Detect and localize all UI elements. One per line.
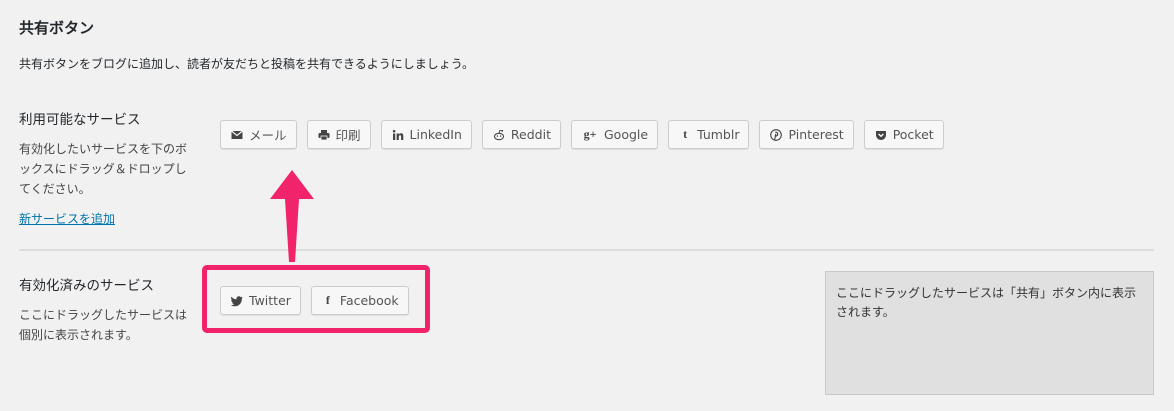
service-button-tumblr[interactable]: t Tumblr	[668, 120, 750, 149]
service-button-linkedin[interactable]: LinkedIn	[380, 120, 472, 149]
service-label: Pinterest	[788, 127, 844, 142]
service-label: Pocket	[892, 127, 934, 142]
print-icon	[317, 128, 331, 142]
google-plus-icon: g+	[583, 127, 597, 141]
enabled-services-help: ここにドラッグしたサービスは個別に表示されます。	[19, 308, 188, 342]
share-button-drop-box[interactable]: ここにドラッグしたサービスは「共有」ボタン内に表示されます。	[825, 271, 1154, 395]
share-box-text: ここにドラッグしたサービスは「共有」ボタン内に表示されます。	[836, 286, 1137, 319]
service-label: Google	[603, 127, 649, 142]
pocket-icon	[874, 128, 888, 142]
service-button-google[interactable]: g+ Google	[570, 120, 659, 149]
service-label: メール	[249, 128, 287, 143]
service-label: 印刷	[335, 128, 361, 143]
section-divider	[19, 249, 1154, 251]
page-title: 共有ボタン	[19, 19, 95, 37]
page-description: 共有ボタンをブログに追加し、読者が友だちと投稿を共有できるようにしましょう。	[19, 57, 475, 71]
service-button-pocket[interactable]: Pocket	[863, 120, 944, 149]
service-button-reddit[interactable]: Reddit	[481, 120, 561, 149]
enabled-services-highlight	[202, 265, 430, 333]
service-label: LinkedIn	[409, 127, 462, 142]
reddit-icon	[492, 128, 506, 142]
enabled-services-label: 有効化済みのサービス	[19, 278, 154, 294]
pinterest-icon	[769, 128, 783, 142]
available-services-list: メール 印刷 LinkedIn Reddit g+ Google t Tumbl…	[220, 120, 944, 149]
mail-icon	[230, 128, 244, 142]
service-button-email[interactable]: メール	[220, 120, 297, 149]
linkedin-icon	[391, 128, 405, 142]
service-button-print[interactable]: 印刷	[306, 120, 371, 149]
up-arrow-icon	[268, 170, 318, 266]
tumblr-icon: t	[683, 127, 688, 141]
available-services-label: 利用可能なサービス	[19, 112, 141, 128]
service-button-pinterest[interactable]: Pinterest	[759, 120, 854, 149]
service-label: Tumblr	[697, 127, 740, 142]
add-new-service-link[interactable]: 新サービスを追加	[19, 210, 115, 227]
available-services-help: 有効化したいサービスを下のボックスにドラッグ＆ドロップしてください。	[19, 142, 188, 196]
service-label: Reddit	[510, 127, 551, 142]
